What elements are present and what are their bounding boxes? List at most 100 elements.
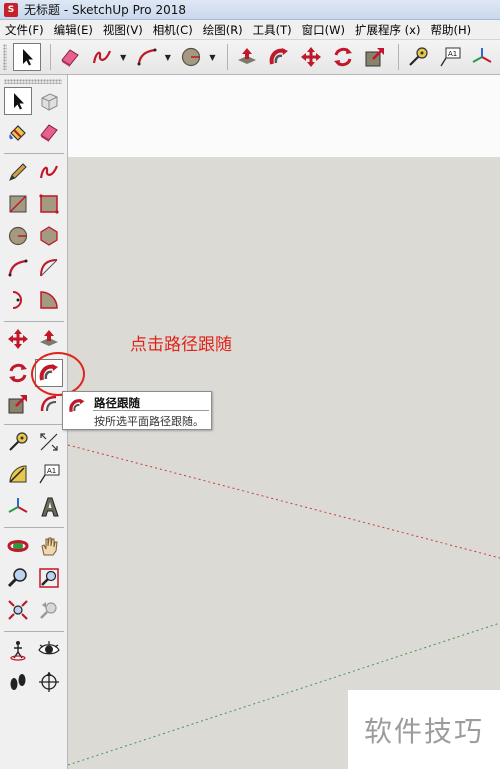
- arc-tool-button[interactable]: [133, 43, 161, 71]
- menu-edit[interactable]: 编辑(E): [54, 22, 93, 38]
- move-icon: [8, 329, 28, 349]
- offset-icon: [40, 395, 57, 412]
- title-bar: S 无标题 - SketchUp Pro 2018: [0, 0, 500, 20]
- circle-tool-button[interactable]: [177, 43, 205, 71]
- window-title: 无标题 - SketchUp Pro 2018: [24, 3, 186, 17]
- menu-draw[interactable]: 绘图(R): [203, 22, 243, 38]
- rotate-tool-button[interactable]: [329, 43, 357, 71]
- section-plane-button[interactable]: [35, 668, 63, 696]
- text-tool-button[interactable]: A1: [436, 43, 464, 71]
- scale-tool-button[interactable]: [361, 43, 389, 71]
- move-tool-button[interactable]: [4, 325, 32, 353]
- rotate-icon: [9, 363, 27, 383]
- move-tool-button[interactable]: [297, 43, 325, 71]
- push-pull-tool-button[interactable]: [233, 43, 261, 71]
- toolbar-separator: [4, 321, 64, 322]
- scale-tool-button[interactable]: [4, 390, 32, 418]
- select-tool-button[interactable]: [13, 43, 42, 71]
- watermark: 软件技巧: [348, 690, 500, 769]
- chevron-down-icon[interactable]: ▼: [165, 53, 172, 62]
- rotated-rectangle-icon: [39, 194, 59, 214]
- rotate-tool-button[interactable]: [4, 359, 32, 387]
- paint-bucket-button[interactable]: [4, 118, 32, 146]
- look-around-icon: [38, 641, 60, 655]
- tape-measure-tool-button[interactable]: [4, 428, 32, 456]
- look-around-button[interactable]: [35, 636, 63, 664]
- toolbar-grip[interactable]: [3, 44, 8, 70]
- tooltip: 路径跟随 按所选平面路径跟随。: [62, 391, 212, 430]
- rectangle-tool-button[interactable]: [4, 190, 32, 218]
- paint-bucket-icon: [9, 125, 26, 141]
- two-point-arc-button[interactable]: [35, 254, 63, 282]
- scale-icon: [8, 395, 27, 414]
- previous-view-button[interactable]: [35, 596, 63, 624]
- two-point-arc-icon: [40, 259, 58, 277]
- chevron-down-icon[interactable]: ▼: [209, 53, 216, 62]
- axes-tool-button[interactable]: [468, 43, 496, 71]
- push-pull-tool-button[interactable]: [35, 325, 63, 353]
- scale-icon: [365, 48, 385, 67]
- dimension-tool-button[interactable]: [35, 428, 63, 456]
- select-tool-button[interactable]: [4, 87, 32, 115]
- eraser-tool-button[interactable]: [35, 118, 63, 146]
- make-component-button[interactable]: [35, 87, 63, 115]
- tooltip-title: 路径跟随: [94, 396, 140, 410]
- circle-tool-button[interactable]: [4, 222, 32, 250]
- arc-icon: [8, 259, 28, 277]
- polygon-tool-button[interactable]: [35, 222, 63, 250]
- three-point-arc-button[interactable]: [4, 286, 32, 314]
- freehand-tool-button[interactable]: [88, 43, 116, 71]
- text-icon: A1: [440, 47, 461, 67]
- menu-window[interactable]: 窗口(W): [302, 22, 345, 38]
- protractor-tool-button[interactable]: [4, 460, 32, 488]
- 3d-text-tool-button[interactable]: [35, 493, 63, 521]
- eraser-tool-button[interactable]: [56, 43, 84, 71]
- chevron-down-icon[interactable]: ▼: [120, 53, 127, 62]
- axes-icon: [472, 48, 492, 63]
- tape-measure-tool-button[interactable]: [404, 43, 432, 71]
- position-camera-button[interactable]: [4, 636, 32, 664]
- toolbar-separator: [398, 44, 400, 70]
- make-component-icon: [41, 93, 58, 111]
- tooltip-divider: [93, 410, 209, 411]
- menu-extensions[interactable]: 扩展程序 (x): [355, 22, 420, 38]
- push-pull-icon: [238, 48, 257, 64]
- arc-tool-button[interactable]: [4, 254, 32, 282]
- orbit-tool-button[interactable]: [4, 532, 32, 560]
- menu-help[interactable]: 帮助(H): [430, 22, 471, 38]
- walk-tool-button[interactable]: [4, 668, 32, 696]
- zoom-extents-button[interactable]: [4, 596, 32, 624]
- pan-tool-button[interactable]: [35, 532, 63, 560]
- menu-camera[interactable]: 相机(C): [153, 22, 193, 38]
- follow-me-tool-button[interactable]: [265, 43, 293, 71]
- axes-tool-button[interactable]: [4, 493, 32, 521]
- three-point-arc-icon: [12, 291, 22, 309]
- push-pull-icon: [40, 330, 58, 346]
- zoom-tool-button[interactable]: [4, 564, 32, 592]
- toolbar-separator: [227, 44, 229, 70]
- rotated-rectangle-button[interactable]: [35, 190, 63, 218]
- toolbar-separator: [4, 631, 64, 632]
- polygon-icon: [40, 226, 58, 246]
- rotate-icon: [334, 47, 353, 67]
- pie-icon: [40, 291, 58, 309]
- text-tool-button[interactable]: A1: [35, 460, 63, 488]
- menu-tools[interactable]: 工具(T): [253, 22, 292, 38]
- menu-view[interactable]: 视图(V): [103, 22, 143, 38]
- menu-file[interactable]: 文件(F): [5, 22, 44, 38]
- svg-text:A1: A1: [448, 50, 457, 58]
- axes-icon: [8, 498, 28, 513]
- section-plane-icon: [39, 672, 59, 692]
- circle-icon: [182, 47, 201, 67]
- rectangle-icon: [9, 195, 27, 213]
- zoom-window-button[interactable]: [35, 564, 63, 592]
- annotation-text: 点击路径跟随: [130, 335, 232, 355]
- red-axis-line: [68, 444, 500, 559]
- pencil-tool-button[interactable]: [4, 158, 32, 186]
- freehand-tool-button[interactable]: [35, 158, 63, 186]
- pie-tool-button[interactable]: [35, 286, 63, 314]
- toolbar-grip[interactable]: [4, 79, 62, 84]
- toolbar-separator: [4, 153, 64, 154]
- eraser-icon: [61, 49, 79, 67]
- arc-icon: [137, 48, 157, 66]
